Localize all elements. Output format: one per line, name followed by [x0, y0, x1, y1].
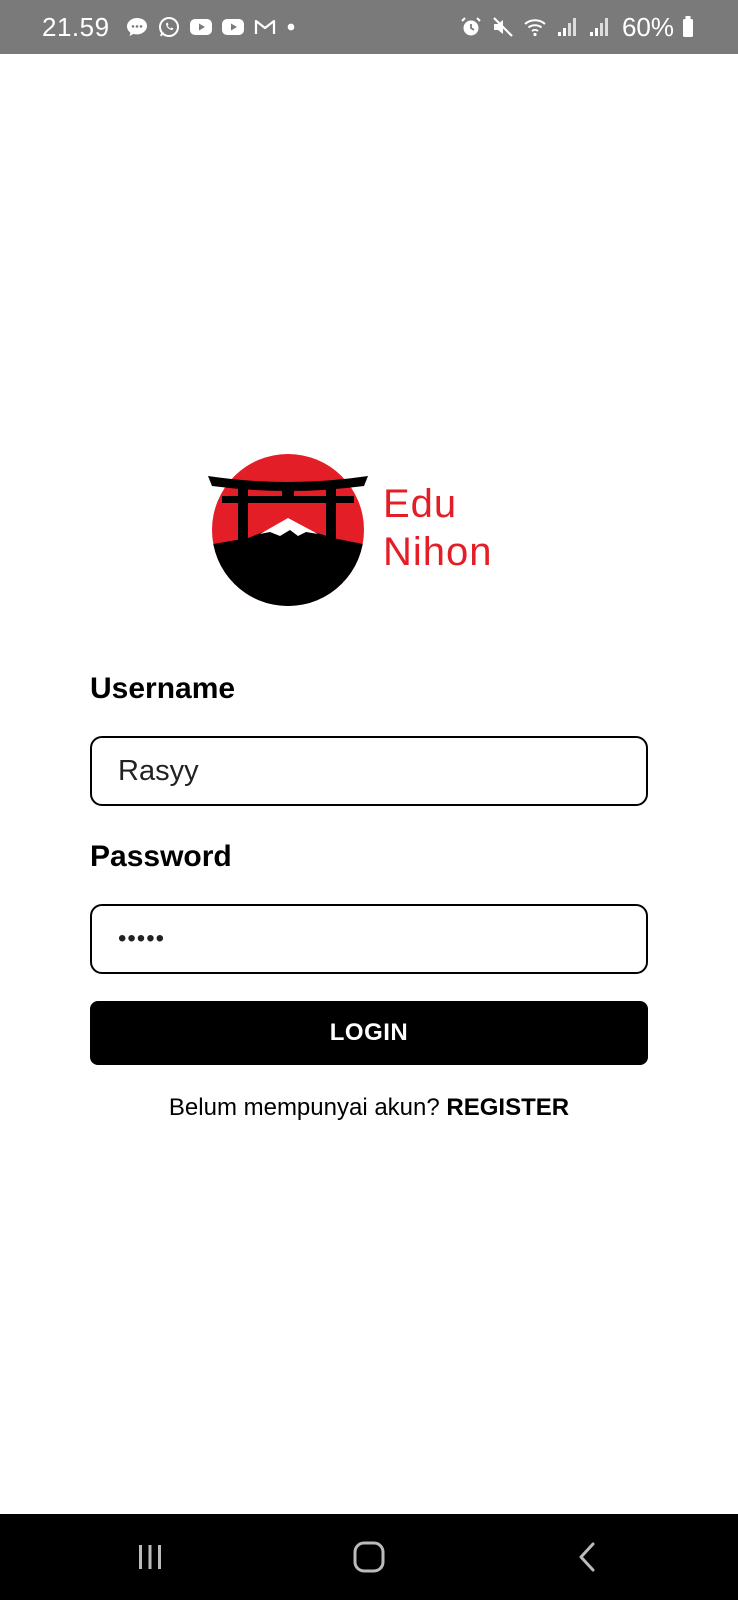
alarm-icon [458, 14, 484, 40]
dot-icon [284, 14, 298, 40]
back-button[interactable] [558, 1527, 618, 1587]
register-link[interactable]: REGISTER [446, 1094, 569, 1121]
battery-icon [680, 14, 696, 40]
message-icon [124, 14, 150, 40]
register-prompt-line: Belum mempunyai akun? REGISTER [0, 1094, 738, 1122]
username-label: Username [90, 672, 236, 705]
logo-line-2: Nihon [383, 530, 493, 574]
youtube-icon [220, 14, 246, 40]
recent-apps-button[interactable] [120, 1527, 180, 1587]
youtube-icon [188, 14, 214, 40]
username-input[interactable] [118, 754, 620, 788]
gmail-icon [252, 14, 278, 40]
navigation-bar [0, 1514, 738, 1600]
signal-icon [586, 14, 612, 40]
logo-line-1: Edu [383, 482, 458, 526]
login-screen: Edu Nihon Username Password ••••• LOGIN … [0, 54, 738, 1514]
recent-apps-icon [138, 1545, 161, 1569]
wifi-icon [522, 14, 548, 40]
signal-icon [554, 14, 580, 40]
login-button[interactable]: LOGIN [90, 1001, 648, 1065]
status-right: 60% [458, 12, 696, 43]
mute-icon [490, 14, 516, 40]
logo-wordmark: Edu Nihon [383, 480, 493, 576]
password-input[interactable]: ••••• [118, 925, 165, 953]
home-icon [353, 1541, 385, 1573]
torii-logo-icon [208, 454, 368, 606]
status-time: 21.59 [42, 11, 110, 42]
password-label: Password [90, 840, 232, 873]
app-logo: Edu Nihon [208, 450, 518, 610]
back-icon [579, 1542, 595, 1572]
home-button[interactable] [339, 1527, 399, 1587]
username-field[interactable] [90, 736, 648, 806]
status-bar: 21.59 60% [0, 0, 738, 54]
status-left: 21.59 [42, 12, 298, 43]
whatsapp-icon [156, 14, 182, 40]
password-field[interactable]: ••••• [90, 904, 648, 974]
battery-percent: 60% [621, 11, 674, 42]
register-prompt: Belum mempunyai akun? [168, 1094, 440, 1121]
